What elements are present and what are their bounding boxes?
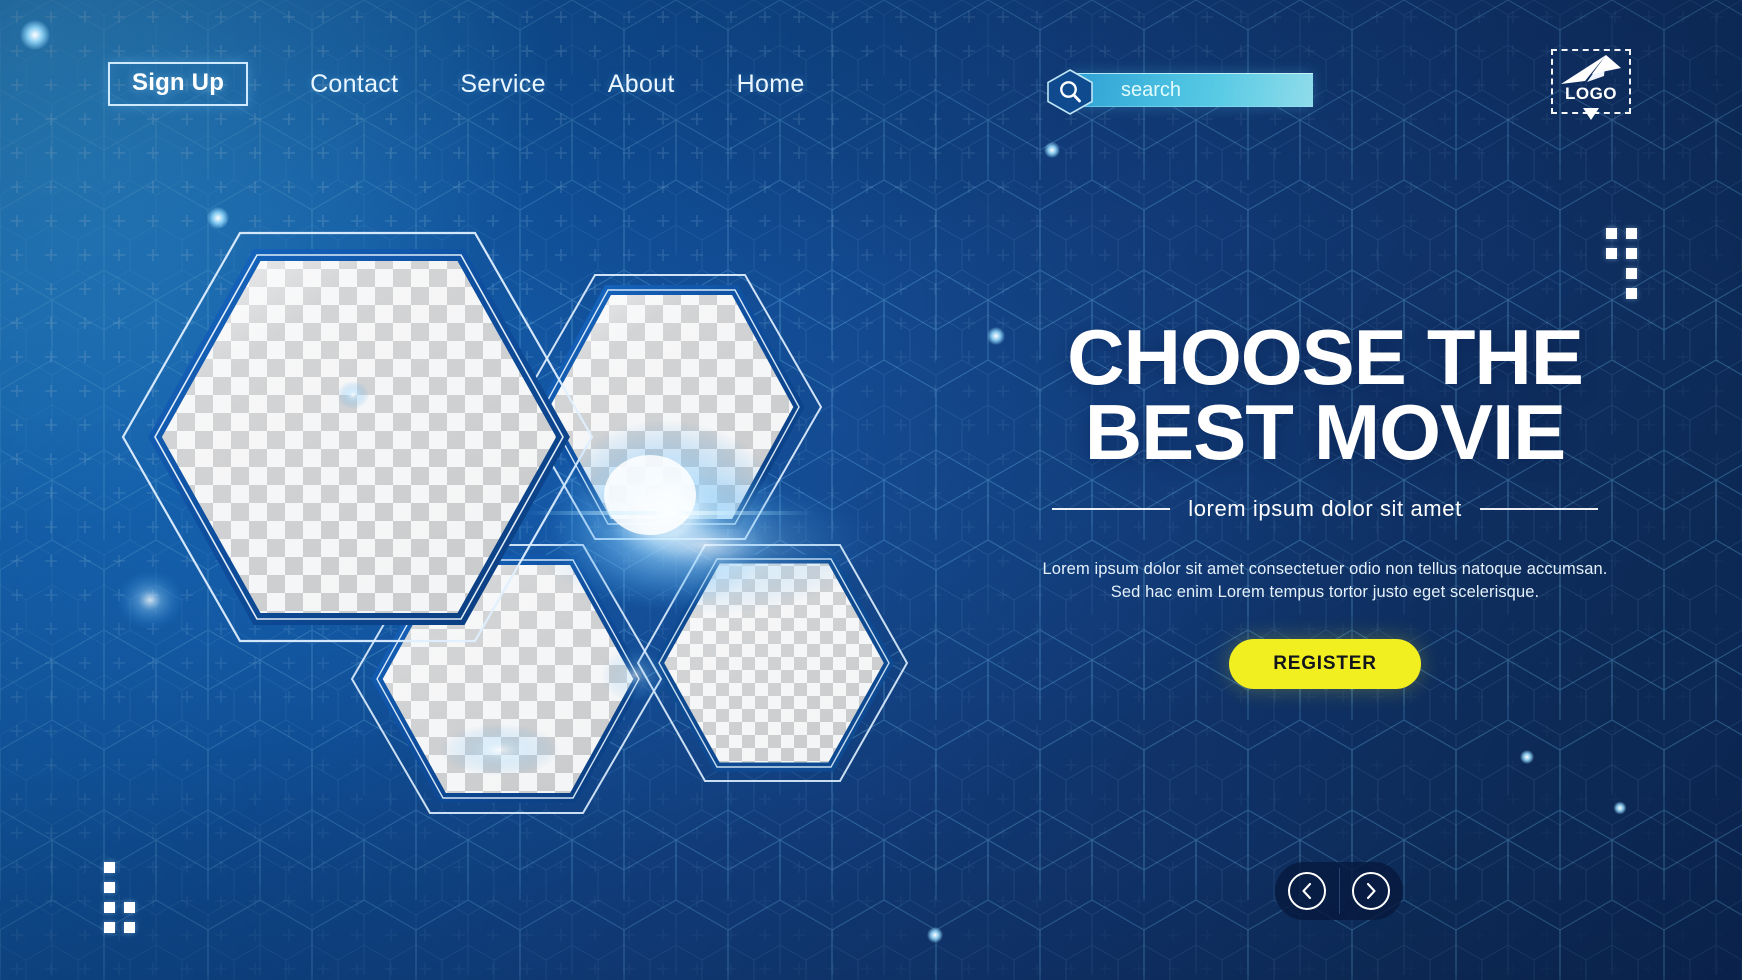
search-input[interactable]	[1069, 73, 1313, 107]
search-bar	[1043, 68, 1313, 115]
hexagon-image-cluster	[105, 215, 915, 835]
carousel-prev-button[interactable]	[1275, 862, 1339, 920]
register-button[interactable]: REGISTER	[1229, 638, 1421, 689]
sparkle-4	[1518, 748, 1536, 766]
hero-content: CHOOSE THE BEST MOVIE lorem ipsum dolor …	[1020, 318, 1630, 689]
subtitle-row: lorem ipsum dolor sit amet	[1020, 496, 1630, 522]
subtitle-rule-left	[1052, 507, 1171, 510]
body-paragraph: Lorem ipsum dolor sit amet consectetuer …	[1042, 559, 1608, 602]
logo[interactable]: LOGO	[1551, 49, 1631, 120]
sparkle-3	[985, 325, 1007, 347]
square-decoration-top-right	[1606, 228, 1646, 299]
nav-link-contact[interactable]: Contact	[310, 71, 398, 97]
nav-link-group: Sign Up Contact Service About Home	[108, 62, 805, 106]
nav-link-service[interactable]: Service	[460, 71, 545, 97]
chevron-left-icon	[1288, 872, 1326, 910]
headline-line-2: BEST MOVIE	[1084, 387, 1567, 476]
subtitle: lorem ipsum dolor sit amet	[1188, 495, 1462, 521]
sign-up-button[interactable]: Sign Up	[108, 62, 249, 106]
triangle-down-icon	[1583, 108, 1599, 120]
nav-link-home[interactable]: Home	[737, 71, 805, 97]
logo-text: LOGO	[1564, 84, 1618, 103]
sparkle-5	[1612, 800, 1628, 816]
top-navigation-bar: Sign Up Contact Service About Home LOGO	[0, 0, 1742, 145]
landing-page-canvas: Sign Up Contact Service About Home LOGO	[0, 0, 1742, 980]
nav-link-about[interactable]: About	[608, 71, 675, 97]
carousel-divider	[1339, 868, 1340, 914]
subtitle-rule-right	[1479, 507, 1598, 510]
carousel-controls	[1275, 862, 1403, 920]
search-icon[interactable]	[1043, 68, 1097, 116]
chevron-right-icon	[1352, 872, 1390, 910]
cta-row: REGISTER	[1020, 638, 1630, 689]
sparkle-6	[925, 925, 945, 945]
page-title: CHOOSE THE BEST MOVIE	[1014, 313, 1636, 476]
headline-line-1: CHOOSE THE	[1067, 313, 1584, 401]
carousel-next-button[interactable]	[1339, 862, 1403, 920]
square-decoration-bottom-left	[104, 862, 144, 933]
